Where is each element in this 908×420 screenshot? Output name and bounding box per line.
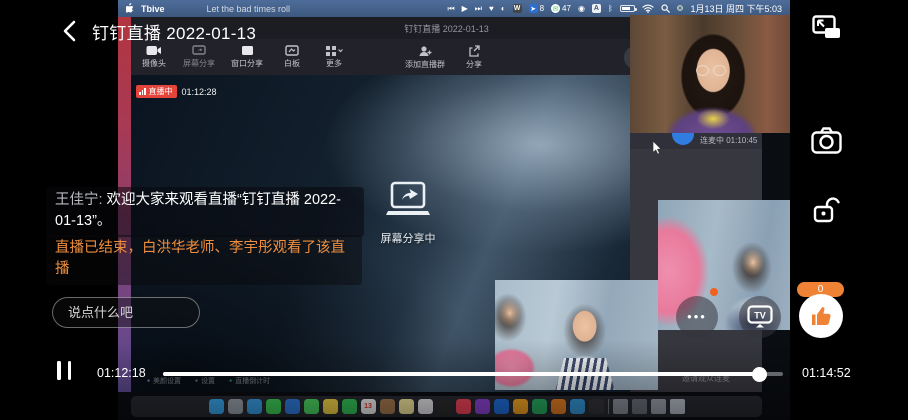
back-button[interactable] <box>62 20 76 42</box>
window-thumb-dock-icon <box>613 399 628 414</box>
calendar-dock-icon: 13 <box>361 399 376 414</box>
menubar-app-name: Tbive <box>141 4 165 14</box>
messages-dock-icon <box>266 399 281 414</box>
charts-dock-icon <box>570 399 585 414</box>
battery-icon <box>620 5 635 12</box>
camera-toggle-button: 摄像头 <box>141 45 167 69</box>
screen-share-icon <box>192 45 206 56</box>
bluetooth-icon: ᛒ <box>608 4 613 13</box>
video-camera-icon <box>146 45 162 56</box>
play-icon: ▶ <box>462 4 468 13</box>
add-group-icon <box>418 45 432 57</box>
thumbs-up-icon <box>810 305 832 327</box>
live-timer: 01:12:28 <box>182 87 217 97</box>
mic-connected-row: 连麦中 01:10:45 <box>630 132 762 149</box>
window-thumb-dock-icon <box>632 399 647 414</box>
apple-icon <box>126 3 135 14</box>
more-tools-button: 更多 <box>321 45 347 69</box>
comment-input[interactable] <box>52 297 200 328</box>
cursor-badge: ➤8 <box>529 4 544 13</box>
search-icon <box>661 4 670 13</box>
tv-dock-icon <box>437 399 452 414</box>
reminders-dock-icon <box>418 399 433 414</box>
globe-icon: ◐ <box>501 4 506 13</box>
input-method-icon: A <box>592 4 601 13</box>
more-options-button[interactable]: ••• <box>676 296 718 338</box>
signal-bars-icon <box>139 88 146 95</box>
window-share-button: 窗口分享 <box>231 45 263 69</box>
live-bottom-hints: 美颜设置 设置 直播倒计时 <box>147 376 270 386</box>
cast-to-tv-button[interactable]: TV <box>739 296 781 338</box>
mic-connected-status: 连麦中 01:10:45 <box>700 135 757 146</box>
whiteboard-icon <box>285 45 299 56</box>
safari-dock-icon <box>247 399 262 414</box>
chat-message: 王佳宁: 欢迎大家来观看直播“钉钉直播 2022-01-13”。 <box>46 187 364 237</box>
total-time: 01:14:52 <box>802 366 851 380</box>
lock-open-button[interactable] <box>813 196 841 224</box>
progress-thumb[interactable] <box>752 367 767 382</box>
window-title: 钉钉直播 2022-01-13 <box>404 22 489 35</box>
progress-bar[interactable] <box>163 372 783 376</box>
window-thumb-dock-icon <box>651 399 666 414</box>
glasses-shape <box>696 65 726 76</box>
grid-more-icon <box>325 45 343 56</box>
menubar-datetime: 1月13日 周四 下午5:03 <box>690 2 782 15</box>
siri-icon: ❂ <box>677 4 684 13</box>
system-message: 直播已结束，白洪华老师、李宇彤观看了该直播 <box>46 235 362 285</box>
live-badge-label: 直播中 <box>149 86 173 97</box>
page-title: 钉钉直播 2022-01-13 <box>92 19 256 44</box>
svg-text:TV: TV <box>754 311 766 321</box>
keynote-dock-icon <box>513 399 528 414</box>
share-button: 分享 <box>461 45 487 70</box>
whiteboard-button: 白板 <box>279 45 305 69</box>
play-circle-icon: ◉ <box>578 4 585 13</box>
current-time: 01:12:18 <box>97 366 146 380</box>
maps-dock-icon <box>304 399 319 414</box>
tv-cast-icon: TV <box>747 305 773 329</box>
next-track-icon: ⏭ <box>475 4 482 14</box>
mail-dock-icon <box>285 399 300 414</box>
more-dots-icon: ••• <box>687 312 707 322</box>
add-live-group-button: 添加直播群 <box>405 45 445 70</box>
prev-track-icon: ⏮ <box>447 4 454 14</box>
webcam-host <box>630 15 790 133</box>
numbers-dock-icon <box>532 399 547 414</box>
facetime-dock-icon <box>342 399 357 414</box>
heart-icon: ♥ <box>489 4 494 13</box>
screen-share-button: 屏幕分享 <box>183 45 215 69</box>
dock: 13 <box>131 396 762 417</box>
notes-dock-icon <box>399 399 414 414</box>
music-dock-icon <box>456 399 471 414</box>
podcasts-dock-icon <box>475 399 490 414</box>
live-status: 直播中 01:12:28 <box>136 85 217 98</box>
launchpad-dock-icon <box>228 399 243 414</box>
playback-pause-button[interactable] <box>57 361 75 380</box>
pages-dock-icon <box>551 399 566 414</box>
menubar-song-title: Let the bad times roll <box>207 4 291 14</box>
w-app-icon: W <box>513 4 522 13</box>
like-button[interactable] <box>799 294 843 338</box>
wifi-icon <box>642 4 654 13</box>
appstore-dock-icon <box>494 399 509 414</box>
camera-app-dock-icon <box>589 399 604 414</box>
folder-dock-icon <box>380 399 395 414</box>
wechat-badge: ✉47 <box>551 4 571 13</box>
record-dot <box>710 288 718 296</box>
laptop-share-icon <box>384 181 432 221</box>
share-icon <box>468 45 480 57</box>
siri-dock-icon <box>209 399 224 414</box>
mouse-cursor <box>652 140 663 155</box>
screenshot-camera-button[interactable] <box>811 127 842 154</box>
dock-separator <box>608 399 609 414</box>
window-share-icon <box>241 45 254 56</box>
photos-dock-icon <box>323 399 338 414</box>
progress-fill <box>163 372 760 376</box>
trash-dock-icon <box>670 399 685 414</box>
picture-in-picture-button[interactable] <box>812 15 842 41</box>
chat-sender-name: 王佳宁: <box>55 192 103 208</box>
